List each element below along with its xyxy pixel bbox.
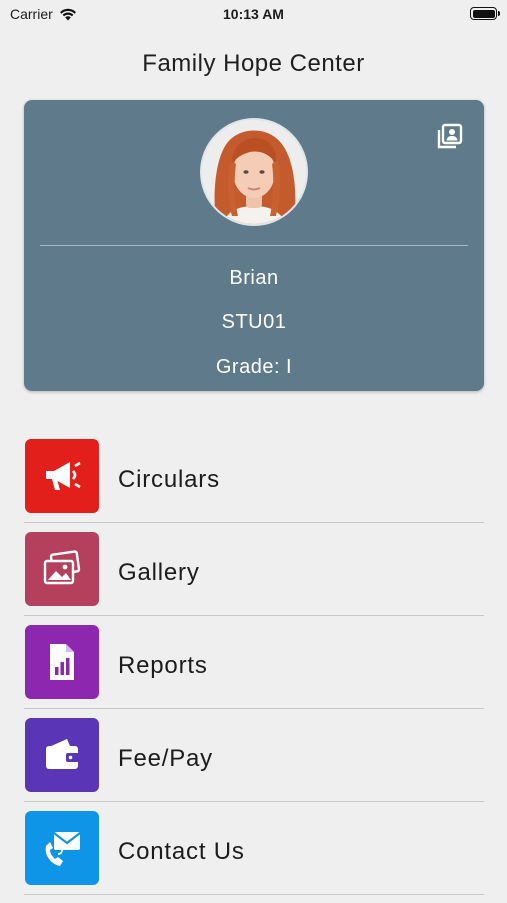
menu-label: Fee/Pay xyxy=(118,745,213,772)
menu-divider xyxy=(24,522,484,523)
student-id: STU01 xyxy=(221,311,287,333)
page-title: Family Hope Center xyxy=(142,50,365,77)
report-icon xyxy=(50,644,74,680)
menu-item-reports[interactable]: Reports xyxy=(24,624,484,717)
menu-divider xyxy=(24,615,484,616)
clock: 10:13 AM xyxy=(223,6,284,22)
student-name: Brian xyxy=(229,267,279,289)
menu-label: Reports xyxy=(118,652,208,679)
megaphone-icon xyxy=(46,461,81,490)
card-divider xyxy=(40,245,468,246)
photos-icon xyxy=(43,550,81,585)
main-menu: Circulars Gallery Reports Fee/Pay Contac… xyxy=(24,438,484,903)
menu-divider xyxy=(24,801,484,802)
menu-icon-tile xyxy=(25,718,99,792)
battery-icon xyxy=(470,7,500,20)
menu-icon-tile xyxy=(25,811,99,885)
student-photo xyxy=(202,120,306,224)
menu-label: Circulars xyxy=(118,466,220,493)
contact-mail-icon xyxy=(45,832,81,866)
student-avatar xyxy=(200,118,308,226)
wallet-icon xyxy=(46,739,79,769)
student-grade: Grade: I xyxy=(215,356,293,378)
menu-icon-tile xyxy=(25,532,99,606)
contacts-list-icon[interactable] xyxy=(436,122,464,150)
menu-divider xyxy=(24,708,484,709)
menu-label: Contact Us xyxy=(118,838,245,865)
status-bar: Carrier 10:13 AM xyxy=(0,0,507,28)
menu-divider xyxy=(24,894,484,895)
menu-label: Gallery xyxy=(118,559,200,586)
student-profile-card: Brian STU01 Grade: I xyxy=(24,100,484,391)
menu-icon-tile xyxy=(25,439,99,513)
menu-item-fee-pay[interactable]: Fee/Pay xyxy=(24,717,484,810)
menu-icon-tile xyxy=(25,625,99,699)
menu-item-circulars[interactable]: Circulars xyxy=(24,438,484,531)
menu-item-contact-us[interactable]: Contact Us xyxy=(24,810,484,903)
menu-item-gallery[interactable]: Gallery xyxy=(24,531,484,624)
